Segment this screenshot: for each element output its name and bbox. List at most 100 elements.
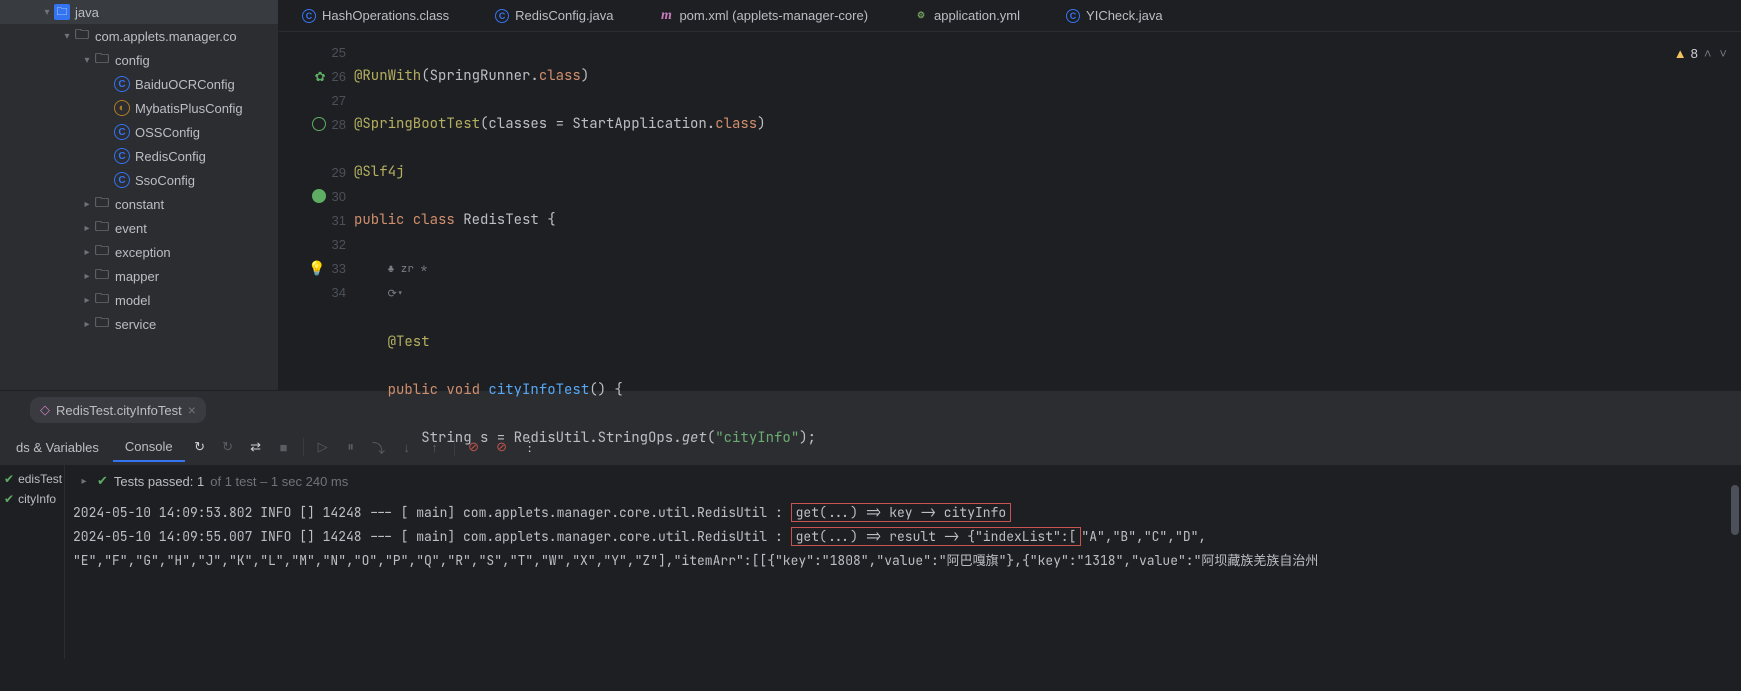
line-num: 32 bbox=[332, 237, 346, 252]
project-sidebar: 🗀 java com.applets.manager.co config Bai… bbox=[0, 0, 279, 390]
spring-icon: ◐ bbox=[114, 100, 130, 116]
chevron-right-icon[interactable] bbox=[77, 476, 91, 487]
tree-item-file[interactable]: SsoConfig bbox=[0, 168, 278, 192]
log-line: "A","B","C","D", bbox=[1081, 528, 1206, 545]
toggle-auto-icon[interactable]: ⇄ bbox=[243, 434, 269, 460]
run-class-icon[interactable] bbox=[312, 117, 326, 131]
tab-label: RedisConfig.java bbox=[515, 8, 613, 23]
author-hint: ♣ zr * bbox=[388, 262, 428, 276]
scroll-thumb[interactable] bbox=[1731, 485, 1739, 535]
line-num: 25 bbox=[332, 45, 346, 60]
tree-item-folder[interactable]: event bbox=[0, 216, 278, 240]
line-num: 30 bbox=[332, 189, 346, 204]
folder-icon bbox=[94, 196, 110, 212]
tree-item-folder[interactable]: service bbox=[0, 312, 278, 336]
tab-label: HashOperations.class bbox=[322, 8, 449, 23]
tab-label: RedisTest.cityInfoTest bbox=[56, 403, 182, 418]
run-config-tab[interactable]: ◇ RedisTest.cityInfoTest × bbox=[30, 397, 206, 423]
line-num: 34 bbox=[332, 285, 346, 300]
tree-item-package[interactable]: com.applets.manager.co bbox=[0, 24, 278, 48]
tab-hashoperations[interactable]: C HashOperations.class bbox=[294, 0, 457, 31]
line-num: 33 bbox=[332, 261, 346, 276]
log-line: 2024-05-10 14:09:55.007 INFO [] 14248 --… bbox=[73, 528, 791, 545]
tab-yicheck[interactable]: C YICheck.java bbox=[1058, 0, 1171, 31]
tree-item-file[interactable]: ◐ MybatisPlusConfig bbox=[0, 96, 278, 120]
line-num: 31 bbox=[332, 213, 346, 228]
tree-item-java[interactable]: 🗀 java bbox=[0, 0, 278, 24]
chevron-right-icon bbox=[80, 295, 94, 306]
tree-item-folder[interactable]: constant bbox=[0, 192, 278, 216]
file-label: RedisConfig bbox=[135, 149, 206, 164]
scrollbar[interactable] bbox=[1729, 465, 1741, 659]
bulb-icon[interactable]: 💡 bbox=[308, 260, 325, 277]
chevron-right-icon bbox=[80, 271, 94, 282]
tree-item-file[interactable]: OSSConfig bbox=[0, 120, 278, 144]
bottom-body: ✔ edisTest ✔ cityInfo ✔ Tests passed: 1 … bbox=[0, 465, 1741, 659]
line-num: 26 bbox=[332, 69, 346, 84]
class-icon: C bbox=[302, 9, 316, 23]
tab-pom[interactable]: m pom.xml (applets-manager-core) bbox=[651, 0, 876, 31]
chevron-right-icon bbox=[80, 223, 94, 234]
console-output[interactable]: 2024-05-10 14:09:53.802 INFO [] 14248 --… bbox=[65, 497, 1741, 659]
folder-icon bbox=[94, 268, 110, 284]
chevron-right-icon bbox=[80, 247, 94, 258]
main-area: 🗀 java com.applets.manager.co config Bai… bbox=[0, 0, 1741, 390]
check-icon: ✔ bbox=[4, 492, 14, 506]
test-label: cityInfo bbox=[18, 492, 56, 506]
rerun-failed-icon[interactable]: ↻ bbox=[215, 434, 241, 460]
check-icon: ✔ bbox=[4, 472, 14, 486]
run-test-icon[interactable] bbox=[312, 189, 326, 203]
tree-item-folder[interactable]: mapper bbox=[0, 264, 278, 288]
chevron-right-icon bbox=[80, 199, 94, 210]
class-icon bbox=[114, 124, 130, 140]
tree-item-folder[interactable]: exception bbox=[0, 240, 278, 264]
chevron-down-icon bbox=[80, 55, 94, 66]
line-num: 28 bbox=[332, 117, 346, 132]
tree-item-file[interactable]: BaiduOCRConfig bbox=[0, 72, 278, 96]
folder-icon bbox=[94, 292, 110, 308]
file-label: SsoConfig bbox=[135, 173, 195, 188]
folder-label: constant bbox=[115, 197, 164, 212]
log-line: "E","F","G","H","J","K","L","M","N","O",… bbox=[73, 549, 1733, 573]
editor-tabs: C HashOperations.class C RedisConfig.jav… bbox=[279, 0, 1741, 32]
test-node[interactable]: ✔ edisTest bbox=[0, 469, 64, 489]
section-console[interactable]: Console bbox=[113, 433, 185, 462]
test-tree: ✔ edisTest ✔ cityInfo bbox=[0, 465, 65, 659]
test-summary: ✔ Tests passed: 1 of 1 test – 1 sec 240 … bbox=[65, 465, 1741, 497]
folder-label: mapper bbox=[115, 269, 159, 284]
folder-label: config bbox=[115, 53, 150, 68]
tab-label: pom.xml (applets-manager-core) bbox=[679, 8, 868, 23]
tree-item-file[interactable]: RedisConfig bbox=[0, 144, 278, 168]
tree-item-config[interactable]: config bbox=[0, 48, 278, 72]
folder-label: java bbox=[75, 5, 99, 20]
test-icon: ◇ bbox=[40, 402, 50, 418]
maven-icon: m bbox=[659, 9, 673, 23]
chevron-down-icon bbox=[60, 31, 74, 42]
log-highlight: get(...) => key -> cityInfo bbox=[791, 503, 1012, 522]
log-highlight: get(...) => result -> {"indexList":[ bbox=[791, 527, 1082, 546]
yml-icon: ⚙ bbox=[914, 9, 928, 23]
tab-label: application.yml bbox=[934, 8, 1020, 23]
folder-label: exception bbox=[115, 245, 171, 260]
log-line: 2024-05-10 14:09:53.802 INFO [] 14248 --… bbox=[73, 504, 791, 521]
section-variables[interactable]: ds & Variables bbox=[4, 434, 111, 461]
folder-label: model bbox=[115, 293, 150, 308]
editor-area: C HashOperations.class C RedisConfig.jav… bbox=[279, 0, 1741, 390]
folder-icon bbox=[74, 28, 90, 44]
close-icon[interactable]: × bbox=[188, 402, 196, 418]
rerun-icon[interactable]: ↻ bbox=[187, 434, 213, 460]
class-icon bbox=[114, 76, 130, 92]
tree-item-folder[interactable]: model bbox=[0, 288, 278, 312]
folder-icon: 🗀 bbox=[54, 4, 70, 20]
folder-icon bbox=[94, 316, 110, 332]
folder-icon bbox=[94, 244, 110, 260]
file-label: MybatisPlusConfig bbox=[135, 101, 243, 116]
tab-yml[interactable]: ⚙ application.yml bbox=[906, 0, 1028, 31]
class-icon: C bbox=[495, 9, 509, 23]
leaf-icon[interactable]: ✿ bbox=[312, 69, 326, 83]
class-icon bbox=[114, 148, 130, 164]
tab-redisconfig[interactable]: C RedisConfig.java bbox=[487, 0, 621, 31]
class-icon bbox=[114, 172, 130, 188]
test-node[interactable]: ✔ cityInfo bbox=[0, 489, 64, 509]
passed-text: Tests passed: 1 bbox=[114, 474, 204, 489]
